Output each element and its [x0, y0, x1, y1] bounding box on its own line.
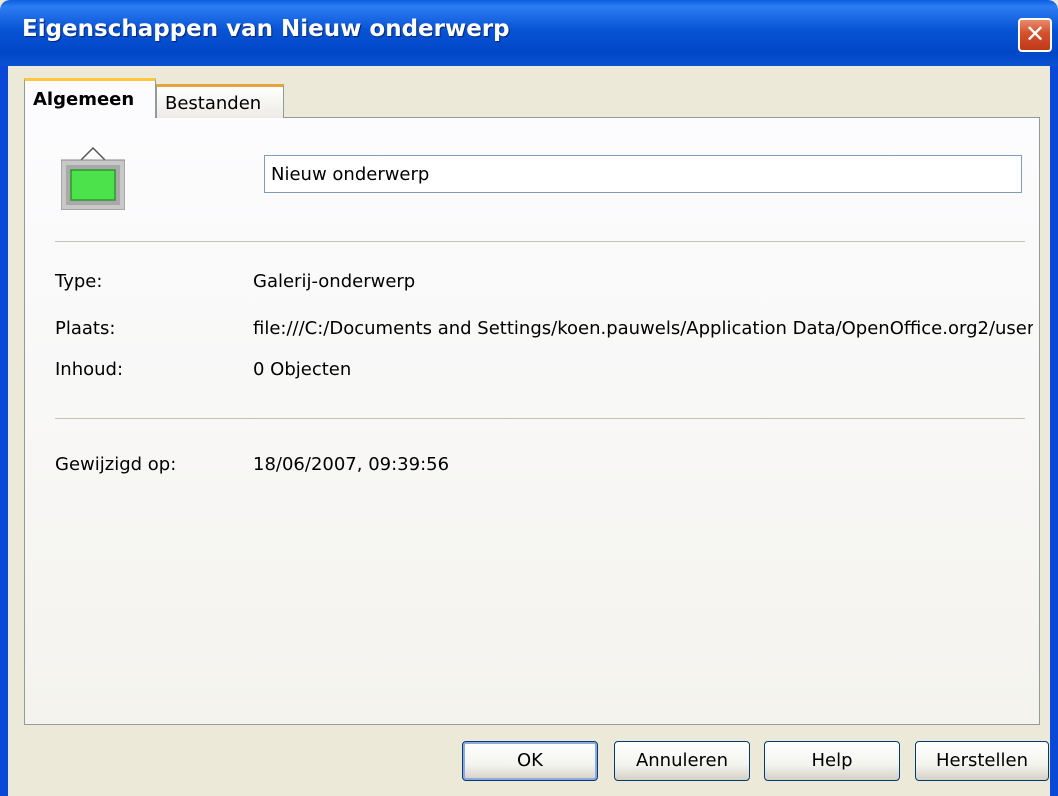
ok-button[interactable]: OK — [462, 741, 598, 781]
reset-button-label: Herstellen — [935, 750, 1028, 771]
help-button-label: Help — [811, 750, 853, 771]
window-title: Eigenschappen van Nieuw onderwerp — [22, 16, 510, 42]
cancel-button-label: Annuleren — [635, 750, 729, 771]
modified-value: 18/06/2007, 09:39:56 — [253, 454, 450, 475]
tab-panel-general: Type: Galerij-onderwerp Plaats: file:///… — [24, 117, 1040, 725]
tab-algemeen[interactable]: Algemeen — [24, 78, 156, 118]
help-button[interactable]: Help — [764, 741, 900, 781]
tab-label: Bestanden — [165, 93, 262, 114]
title-bar[interactable]: Eigenschappen van Nieuw onderwerp ✕ — [0, 0, 1058, 66]
tab-label: Algemeen — [33, 89, 135, 110]
cancel-button[interactable]: Annuleren — [614, 741, 750, 781]
topic-name-input[interactable] — [264, 155, 1022, 193]
close-button[interactable]: ✕ — [1018, 18, 1052, 52]
close-icon: ✕ — [1024, 20, 1046, 48]
contents-label: Inhoud: — [55, 359, 124, 380]
modified-label: Gewijzigd op: — [55, 454, 177, 475]
tab-bestanden[interactable]: Bestanden — [156, 84, 284, 118]
window-frame-right — [1050, 66, 1058, 796]
reset-button[interactable]: Herstellen — [915, 741, 1049, 781]
contents-value: 0 Objecten — [253, 359, 352, 380]
type-label: Type: — [55, 271, 103, 292]
type-value: Galerij-onderwerp — [253, 271, 416, 292]
window-frame-left — [0, 66, 8, 796]
location-value: file:///C:/Documents and Settings/koen.p… — [253, 318, 1033, 339]
divider-bottom — [55, 418, 1025, 419]
gallery-topic-icon — [61, 146, 125, 210]
location-label: Plaats: — [55, 318, 116, 339]
ok-button-label: OK — [517, 750, 543, 771]
divider-top — [55, 241, 1025, 242]
